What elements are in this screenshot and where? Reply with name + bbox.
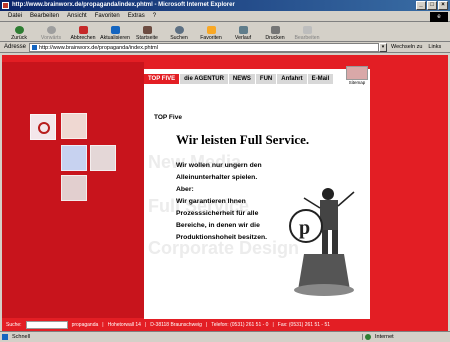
drummer-mascot-illustration: p [289, 188, 355, 296]
browser-status-bar: Schnell Internet [0, 331, 450, 342]
page-icon [32, 44, 38, 50]
page-status-icon [2, 334, 8, 340]
edit-label: Bearbeiten [294, 35, 320, 41]
status-text: Schnell [0, 334, 362, 340]
forward-label: Vorwärts [40, 35, 62, 41]
refresh-icon [110, 26, 120, 34]
stop-button[interactable]: Abbrechen [68, 26, 98, 41]
main-text-area: New Media Full Service Corporate Design … [144, 84, 370, 319]
favorites-button[interactable]: Favoriten [196, 26, 226, 41]
history-icon [238, 26, 248, 34]
sitemap-icon [346, 66, 368, 80]
globe-icon [365, 334, 371, 340]
home-label: Startseite [136, 35, 158, 41]
address-input[interactable]: http://www.brainworx.de/propaganda/index… [29, 42, 380, 52]
nav-agentur[interactable]: die AGENTUR [180, 74, 229, 84]
print-icon [270, 26, 280, 34]
brand-logo[interactable]: propaganda [174, 56, 211, 65]
browser-toolbar: Zurück Vorwärts Abbrechen Aktualisieren … [0, 23, 450, 42]
forward-button[interactable]: Vorwärts [36, 26, 66, 41]
window-title-bar: http://www.brainworx.de/propaganda/index… [0, 0, 450, 11]
status-label: Schnell [12, 334, 31, 340]
minimize-button[interactable]: _ [416, 1, 426, 10]
back-arrow-icon [14, 26, 24, 34]
home-icon [142, 26, 152, 34]
home-button[interactable]: Startseite [132, 26, 162, 41]
left-image-panel [2, 62, 144, 318]
address-dropdown-button[interactable]: ▾ [379, 42, 388, 52]
footer-search-label: Suche: [6, 321, 22, 328]
back-button[interactable]: Zurück [4, 26, 34, 41]
back-label: Zurück [11, 35, 27, 41]
address-bar: Adresse http://www.brainworx.de/propagan… [0, 42, 450, 53]
thumbnail-image[interactable] [61, 145, 87, 171]
history-button[interactable]: Verlauf [228, 26, 258, 41]
page-headline: Wir leisten Full Service. [176, 132, 310, 147]
go-button[interactable]: Wechseln zu [391, 44, 422, 50]
print-button[interactable]: Drucken [260, 26, 290, 41]
menu-favoriten[interactable]: Favoriten [95, 13, 120, 19]
body-text: Wir wollen nur ungern den Alleinunterhal… [176, 160, 267, 244]
propaganda-p-icon [38, 122, 50, 134]
favorites-label: Favoriten [200, 35, 222, 41]
footer-city: D-38118 Braunschweig [150, 321, 202, 328]
nav-top-five[interactable]: TOP FIVE [144, 74, 181, 84]
body-line: Bereiche, in denen wir die [176, 222, 260, 229]
address-url: http://www.brainworx.de/propaganda/index… [39, 44, 158, 51]
stop-icon [78, 26, 88, 34]
menu-ansicht[interactable]: Ansicht [67, 13, 87, 19]
page-content: propaganda TOP FIVE die AGENTUR NEWS FUN… [2, 55, 448, 331]
footer-company: propaganda [71, 321, 99, 328]
body-line: Prozesssicherheit für alle [176, 210, 259, 217]
stop-label: Abbrechen [70, 35, 96, 41]
forward-arrow-icon [46, 26, 56, 34]
nav-anfahrt[interactable]: Anfahrt [277, 74, 308, 84]
search-label: Suchen [170, 35, 188, 41]
thumbnail-image[interactable] [90, 145, 116, 171]
zone-label: Internet [375, 334, 394, 340]
thumbnail-image[interactable] [61, 113, 87, 139]
links-button[interactable]: Links [428, 44, 441, 50]
menu-datei[interactable]: Datei [8, 13, 22, 19]
site-footer: Suche: propaganda | Hohetorwall 14 | D-3… [6, 320, 331, 329]
menu-bar: Datei Bearbeiten Ansicht Favoriten Extra… [0, 11, 450, 22]
search-button[interactable]: Suchen [164, 26, 194, 41]
refresh-label: Aktualisieren [100, 35, 130, 41]
svg-text:p: p [299, 217, 310, 239]
body-line: Aber: [176, 186, 194, 193]
window-title: http://www.brainworx.de/propaganda/index… [12, 2, 235, 8]
favorites-icon [206, 26, 216, 34]
site-nav: TOP FIVE die AGENTUR NEWS FUN Anfahrt E-… [144, 74, 344, 84]
ie-page-icon [2, 2, 9, 9]
brand-header: propaganda [144, 55, 370, 69]
menu-bearbeiten[interactable]: Bearbeiten [30, 13, 59, 19]
body-line: Alleinunterhalter spielen. [176, 174, 258, 181]
section-title: TOP Five [154, 114, 182, 121]
nav-email[interactable]: E-Mail [307, 74, 335, 84]
footer-search-input[interactable] [25, 320, 68, 329]
thumbnail-image[interactable] [61, 175, 87, 201]
footer-fax: Fax: (0531) 261 51 - 51 [277, 321, 331, 328]
security-zone: Internet [362, 334, 450, 340]
menu-help[interactable]: ? [153, 13, 156, 19]
thumbnail-image[interactable] [30, 114, 56, 140]
body-line: Wir garantieren Ihnen [176, 198, 246, 205]
history-label: Verlauf [234, 35, 252, 41]
search-icon [174, 26, 184, 34]
ie-logo-icon: e [430, 12, 448, 22]
nav-news[interactable]: NEWS [228, 74, 256, 84]
maximize-button[interactable]: □ [427, 1, 437, 10]
menu-extras[interactable]: Extras [128, 13, 145, 19]
refresh-button[interactable]: Aktualisieren [100, 26, 130, 41]
close-button[interactable]: × [438, 1, 448, 10]
footer-phone: Telefon: (0531) 261 51 - 0 [211, 321, 269, 328]
edit-icon [302, 26, 312, 34]
body-line: Produktionshoheit besitzen. [176, 234, 268, 241]
body-line: Wir wollen nur ungern den [176, 162, 262, 169]
nav-fun[interactable]: FUN [255, 74, 278, 84]
edit-button[interactable]: Bearbeiten [292, 26, 322, 41]
footer-street: Hohetorwall 14 [107, 321, 141, 328]
print-label: Drucken [265, 35, 285, 41]
address-label: Adresse [4, 44, 27, 50]
